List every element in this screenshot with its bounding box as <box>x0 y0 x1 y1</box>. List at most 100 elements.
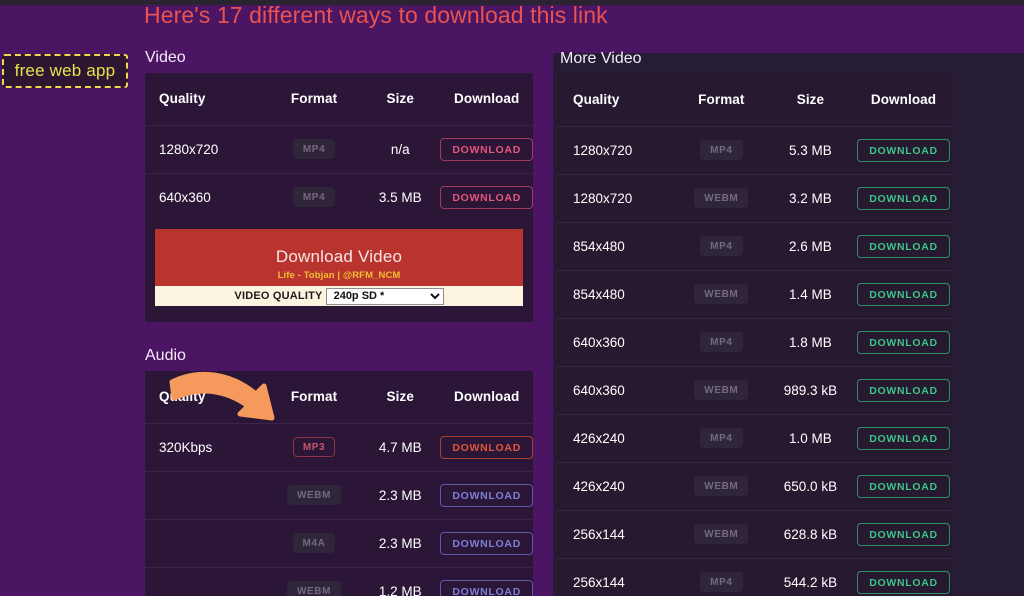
ad-title: Download Video <box>275 247 403 266</box>
cell-format: MP4 <box>675 317 767 366</box>
format-chip: MP4 <box>700 140 743 160</box>
download-button[interactable]: DOWNLOAD <box>857 282 950 306</box>
table-row: WEBM 1.2 MB DOWNLOAD <box>145 566 533 596</box>
download-button[interactable]: DOWNLOAD <box>440 579 533 596</box>
cell-format: MP4 <box>675 413 767 462</box>
cell-download: DOWNLOAD <box>440 124 533 173</box>
cell-download: DOWNLOAD <box>853 461 953 510</box>
video-quality-select[interactable]: 240p SD * <box>325 287 444 305</box>
cell-size: 3.5 MB <box>360 172 441 221</box>
cell-format: MP4 <box>675 557 767 596</box>
download-button[interactable]: DOWNLOAD <box>857 522 950 546</box>
page-title: Here's 17 different ways to download thi… <box>144 2 608 28</box>
table-row: WEBM 2.3 MB DOWNLOAD <box>145 470 533 519</box>
ad-banner[interactable]: Download Video Life - Tobjan | @RFM_NCM … <box>155 229 523 306</box>
table-row: 640x360 MP4 3.5 MB DOWNLOAD <box>145 172 533 221</box>
cell-quality <box>145 566 268 596</box>
column-header-download: Download <box>454 91 520 107</box>
download-button[interactable]: DOWNLOAD <box>857 426 950 450</box>
audio-table-card: Quality Format Size Download 320Kbps MP3… <box>145 371 533 596</box>
cell-download: DOWNLOAD <box>853 413 953 462</box>
table-row: 426x240 MP4 1.0 MB DOWNLOAD <box>557 413 953 462</box>
format-chip: MP4 <box>700 332 743 352</box>
cell-quality: 640x360 <box>557 317 676 366</box>
ad-subtitle: Life - Tobjan | @RFM_NCM <box>277 270 401 281</box>
download-button[interactable]: DOWNLOAD <box>440 531 533 555</box>
cell-size: 3.2 MB <box>766 173 854 222</box>
format-chip: MP3 <box>292 437 336 457</box>
table-row: 1280x720 WEBM 3.2 MB DOWNLOAD <box>557 173 953 222</box>
format-chip: MP4 <box>292 139 336 159</box>
cell-quality: 256x144 <box>557 509 676 558</box>
section-heading-audio: Audio <box>145 347 186 364</box>
cell-size: 5.3 MB <box>766 125 854 174</box>
cell-quality <box>145 470 268 519</box>
section-heading-more-video: More Video <box>560 50 642 67</box>
cell-quality: 640x360 <box>145 172 269 221</box>
download-button[interactable]: DOWNLOAD <box>440 185 533 209</box>
cell-format: WEBM <box>675 269 767 318</box>
download-button[interactable]: DOWNLOAD <box>857 186 950 210</box>
download-button[interactable]: DOWNLOAD <box>440 435 533 459</box>
column-header-quality: Quality <box>159 91 206 107</box>
cell-quality: 1280x720 <box>557 125 676 174</box>
column-header-format: Format <box>290 389 338 405</box>
format-chip: MP4 <box>700 572 743 593</box>
cell-download: DOWNLOAD <box>440 422 533 471</box>
column-header-download: Download <box>870 92 937 108</box>
cell-size: 544.2 kB <box>766 557 854 596</box>
download-button[interactable]: DOWNLOAD <box>440 483 533 507</box>
cell-format: WEBM <box>267 470 361 519</box>
format-chip: WEBM <box>694 380 749 400</box>
cell-format: MP4 <box>268 172 361 221</box>
cell-download: DOWNLOAD <box>440 172 533 221</box>
download-button[interactable]: DOWNLOAD <box>857 474 950 498</box>
more-video-table-body: 1280x720 MP4 5.3 MB DOWNLOAD 1280x720 WEBM 3.2… <box>557 125 953 596</box>
cell-format: MP4 <box>675 221 767 270</box>
download-button[interactable]: DOWNLOAD <box>857 378 950 402</box>
cell-format: MP4 <box>675 125 767 174</box>
free-web-app-badge: free web app <box>2 54 128 88</box>
cell-size: 1.4 MB <box>766 269 854 318</box>
cell-quality: 256x144 <box>557 557 676 596</box>
table-row: 256x144 MP4 544.2 kB DOWNLOAD <box>557 557 953 596</box>
audio-table: Quality Format Size Download 320Kbps MP3… <box>145 371 533 596</box>
cell-download: DOWNLOAD <box>440 470 533 519</box>
video-table-body: 1280x720 MP4 n/a DOWNLOAD 640x360 MP4 3.… <box>145 124 533 221</box>
page-root: Here's 17 different ways to download thi… <box>0 0 1024 596</box>
cell-quality <box>145 518 268 567</box>
format-chip: M4A <box>292 533 336 553</box>
format-chip: WEBM <box>694 524 749 544</box>
cell-format: WEBM <box>675 365 767 414</box>
download-button[interactable]: DOWNLOAD <box>857 138 950 162</box>
cell-download: DOWNLOAD <box>853 173 953 222</box>
section-heading-video: Video <box>145 49 186 66</box>
table-row: 640x360 WEBM 989.3 kB DOWNLOAD <box>557 365 953 414</box>
download-button[interactable]: DOWNLOAD <box>857 330 950 354</box>
table-row: 256x144 WEBM 628.8 kB DOWNLOAD <box>557 509 953 558</box>
table-row: 320Kbps MP3 4.7 MB DOWNLOAD <box>145 422 533 471</box>
column-header-quality: Quality <box>573 92 620 108</box>
format-chip: WEBM <box>286 581 342 596</box>
cell-format: WEBM <box>675 509 767 558</box>
table-row: 1280x720 MP4 5.3 MB DOWNLOAD <box>557 125 953 174</box>
cell-download: DOWNLOAD <box>853 509 953 558</box>
column-header-size: Size <box>386 91 414 107</box>
cell-size: 1.8 MB <box>766 317 854 366</box>
format-chip: WEBM <box>694 188 749 208</box>
ad-quality-label: VIDEO QUALITY <box>234 290 323 302</box>
cell-size: 650.0 kB <box>766 461 854 510</box>
download-button[interactable]: DOWNLOAD <box>440 137 533 161</box>
cell-format: MP4 <box>268 124 361 173</box>
download-button[interactable]: DOWNLOAD <box>857 234 950 258</box>
cell-download: DOWNLOAD <box>853 557 953 596</box>
cell-size: 989.3 kB <box>766 365 854 414</box>
cell-format: MP3 <box>267 422 361 471</box>
column-header-format: Format <box>290 91 338 107</box>
format-chip: WEBM <box>694 476 749 496</box>
download-button[interactable]: DOWNLOAD <box>857 570 950 594</box>
cell-format: WEBM <box>267 566 361 596</box>
column-header-download: Download <box>454 389 520 405</box>
cell-quality: 854x480 <box>557 221 676 270</box>
table-row: 1280x720 MP4 n/a DOWNLOAD <box>145 124 533 173</box>
